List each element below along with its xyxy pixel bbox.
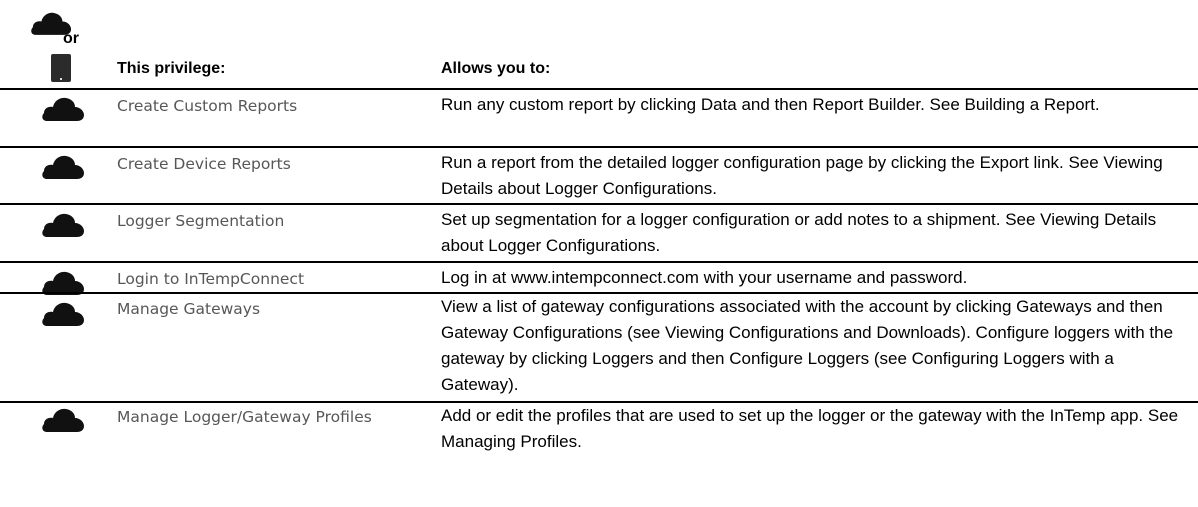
privilege-name: Logger Segmentation: [117, 212, 285, 230]
cloud-icon: [41, 211, 85, 237]
row-divider: [0, 146, 1198, 148]
column-header-privilege: This privilege:: [117, 60, 226, 77]
header-divider: [0, 88, 1198, 90]
cloud-icon: [41, 95, 85, 121]
column-header-allows: Allows you to:: [441, 60, 551, 77]
tablet-icon: [47, 53, 75, 83]
row-divider: [0, 203, 1198, 205]
privilege-description: View a list of gateway configurations as…: [441, 297, 1174, 394]
privilege-name: Manage Gateways: [117, 300, 261, 318]
row-divider: [0, 261, 1198, 263]
or-label: or: [63, 30, 79, 47]
cloud-icon: [41, 153, 85, 179]
privilege-description: Add or edit the profiles that are used t…: [441, 406, 1179, 451]
privilege-description: Set up segmentation for a logger configu…: [441, 210, 1157, 255]
cloud-icon: [41, 300, 85, 326]
privilege-description: Log in at www.intempconnect.com with you…: [441, 268, 968, 287]
privilege-name: Create Custom Reports: [117, 97, 298, 115]
privilege-name: Login to InTempConnect: [117, 270, 305, 288]
cloud-icon: [41, 406, 85, 432]
privilege-description: Run a report from the detailed logger co…: [441, 153, 1163, 198]
privilege-description: Run any custom report by clicking Data a…: [441, 95, 1100, 114]
privilege-name: Manage Logger/Gateway Profiles: [117, 408, 372, 426]
privilege-name: Create Device Reports: [117, 155, 291, 173]
